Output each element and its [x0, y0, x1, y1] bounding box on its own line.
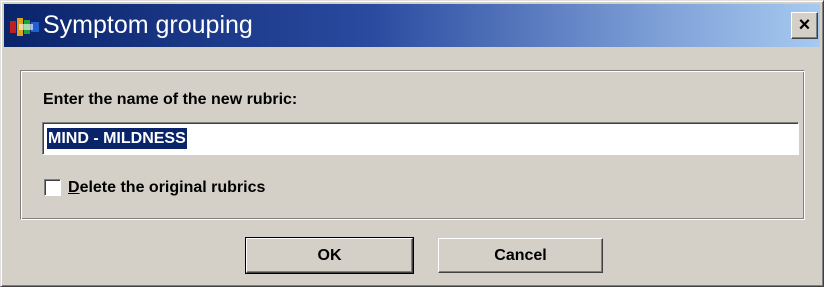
close-icon: ×: [798, 14, 811, 36]
accelerator-key: D: [68, 179, 80, 196]
title-bar[interactable]: Symptom grouping ×: [4, 4, 820, 47]
delete-original-rubrics-label[interactable]: Delete the original rubrics: [68, 177, 265, 199]
label-text: elete the original rubrics: [79, 179, 266, 196]
cancel-button[interactable]: Cancel: [438, 238, 603, 273]
delete-original-rubrics-checkbox[interactable]: [44, 179, 61, 196]
close-button[interactable]: ×: [791, 12, 818, 39]
rubric-name-input[interactable]: MIND - MILDNESS: [42, 122, 799, 155]
window-title: Symptom grouping: [43, 11, 253, 39]
rubric-name-label: Enter the name of the new rubric:: [43, 91, 298, 108]
ok-button[interactable]: OK: [245, 237, 414, 274]
symptom-grouping-dialog: Symptom grouping × Enter the name of the…: [0, 0, 824, 287]
rubric-name-value: MIND - MILDNESS: [47, 128, 187, 149]
app-logo-icon: [10, 18, 39, 36]
